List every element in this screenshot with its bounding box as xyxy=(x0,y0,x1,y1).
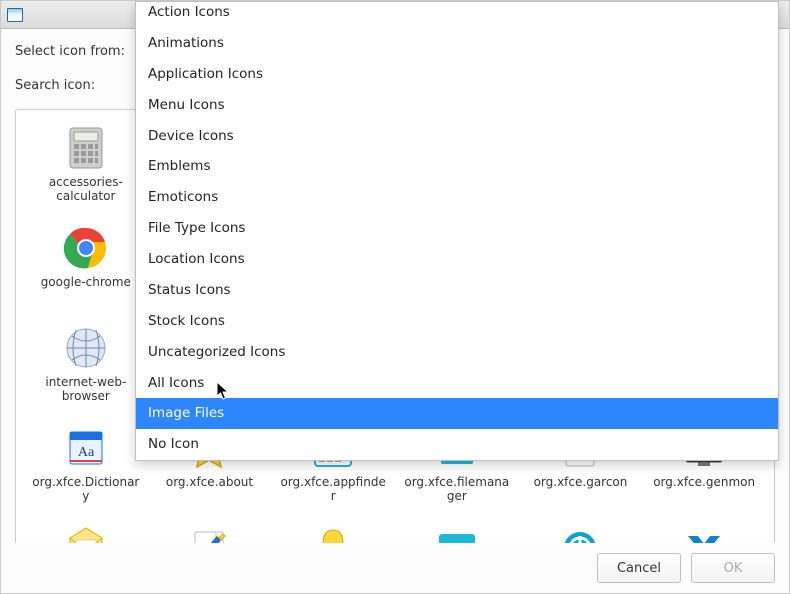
icon-org-xfce-dictionary[interactable]: Aa org.xfce.Dictionary xyxy=(24,418,148,518)
menu-item-status-icons[interactable]: Status Icons xyxy=(136,275,778,306)
icon-label: org.xfce.garcon xyxy=(534,476,628,490)
menu-item-stock-icons[interactable]: Stock Icons xyxy=(136,306,778,337)
dialog-footer: Cancel OK xyxy=(1,543,789,593)
icon-label: org.xfce.genmon xyxy=(653,476,755,490)
globe-icon xyxy=(62,324,110,372)
ok-button[interactable]: OK xyxy=(691,553,775,583)
search-label: Search icon: xyxy=(15,78,95,93)
calculator-icon xyxy=(62,124,110,172)
icon-internet-web-browser[interactable]: internet-web-browser xyxy=(24,318,148,418)
cancel-button[interactable]: Cancel xyxy=(597,553,681,583)
svg-text:Aa: Aa xyxy=(78,445,95,460)
icon-chooser-window: Select icon from: Search icon: accessori… xyxy=(0,0,790,594)
menu-item-file-type-icons[interactable]: File Type Icons xyxy=(136,213,778,244)
icon-label: org.xfce.Dictionary xyxy=(31,476,141,504)
icon-label: org.xfce.appfinder xyxy=(278,476,388,504)
menu-item-uncategorized-icons[interactable]: Uncategorized Icons xyxy=(136,337,778,368)
dictionary-icon: Aa xyxy=(62,424,110,472)
menu-item-device-icons[interactable]: Device Icons xyxy=(136,121,778,152)
menu-item-image-files[interactable]: Image Files xyxy=(136,398,778,429)
icon-label: org.xfce.filemanager xyxy=(402,476,512,504)
menu-item-menu-icons[interactable]: Menu Icons xyxy=(136,90,778,121)
select-from-label: Select icon from: xyxy=(15,44,125,59)
category-menu[interactable]: Action IconsAnimationsApplication IconsM… xyxy=(135,1,779,461)
icon-label: internet-web-browser xyxy=(31,376,141,404)
menu-item-animations[interactable]: Animations xyxy=(136,28,778,59)
menu-item-emoticons[interactable]: Emoticons xyxy=(136,182,778,213)
icon-label: accessories-calculator xyxy=(31,176,141,204)
menu-item-location-icons[interactable]: Location Icons xyxy=(136,244,778,275)
menu-item-application-icons[interactable]: Application Icons xyxy=(136,59,778,90)
menu-item-all-icons[interactable]: All Icons xyxy=(136,368,778,399)
window-icon xyxy=(7,8,23,22)
menu-item-no-icon[interactable]: No Icon xyxy=(136,429,778,460)
icon-google-chrome[interactable]: google-chrome xyxy=(24,218,148,318)
icon-label: org.xfce.about xyxy=(166,476,253,490)
icon-accessories-calculator[interactable]: accessories-calculator xyxy=(24,118,148,218)
chrome-icon xyxy=(62,224,110,272)
menu-item-emblems[interactable]: Emblems xyxy=(136,151,778,182)
icon-label: google-chrome xyxy=(41,276,131,290)
menu-item-action-icons[interactable]: Action Icons xyxy=(136,2,778,28)
